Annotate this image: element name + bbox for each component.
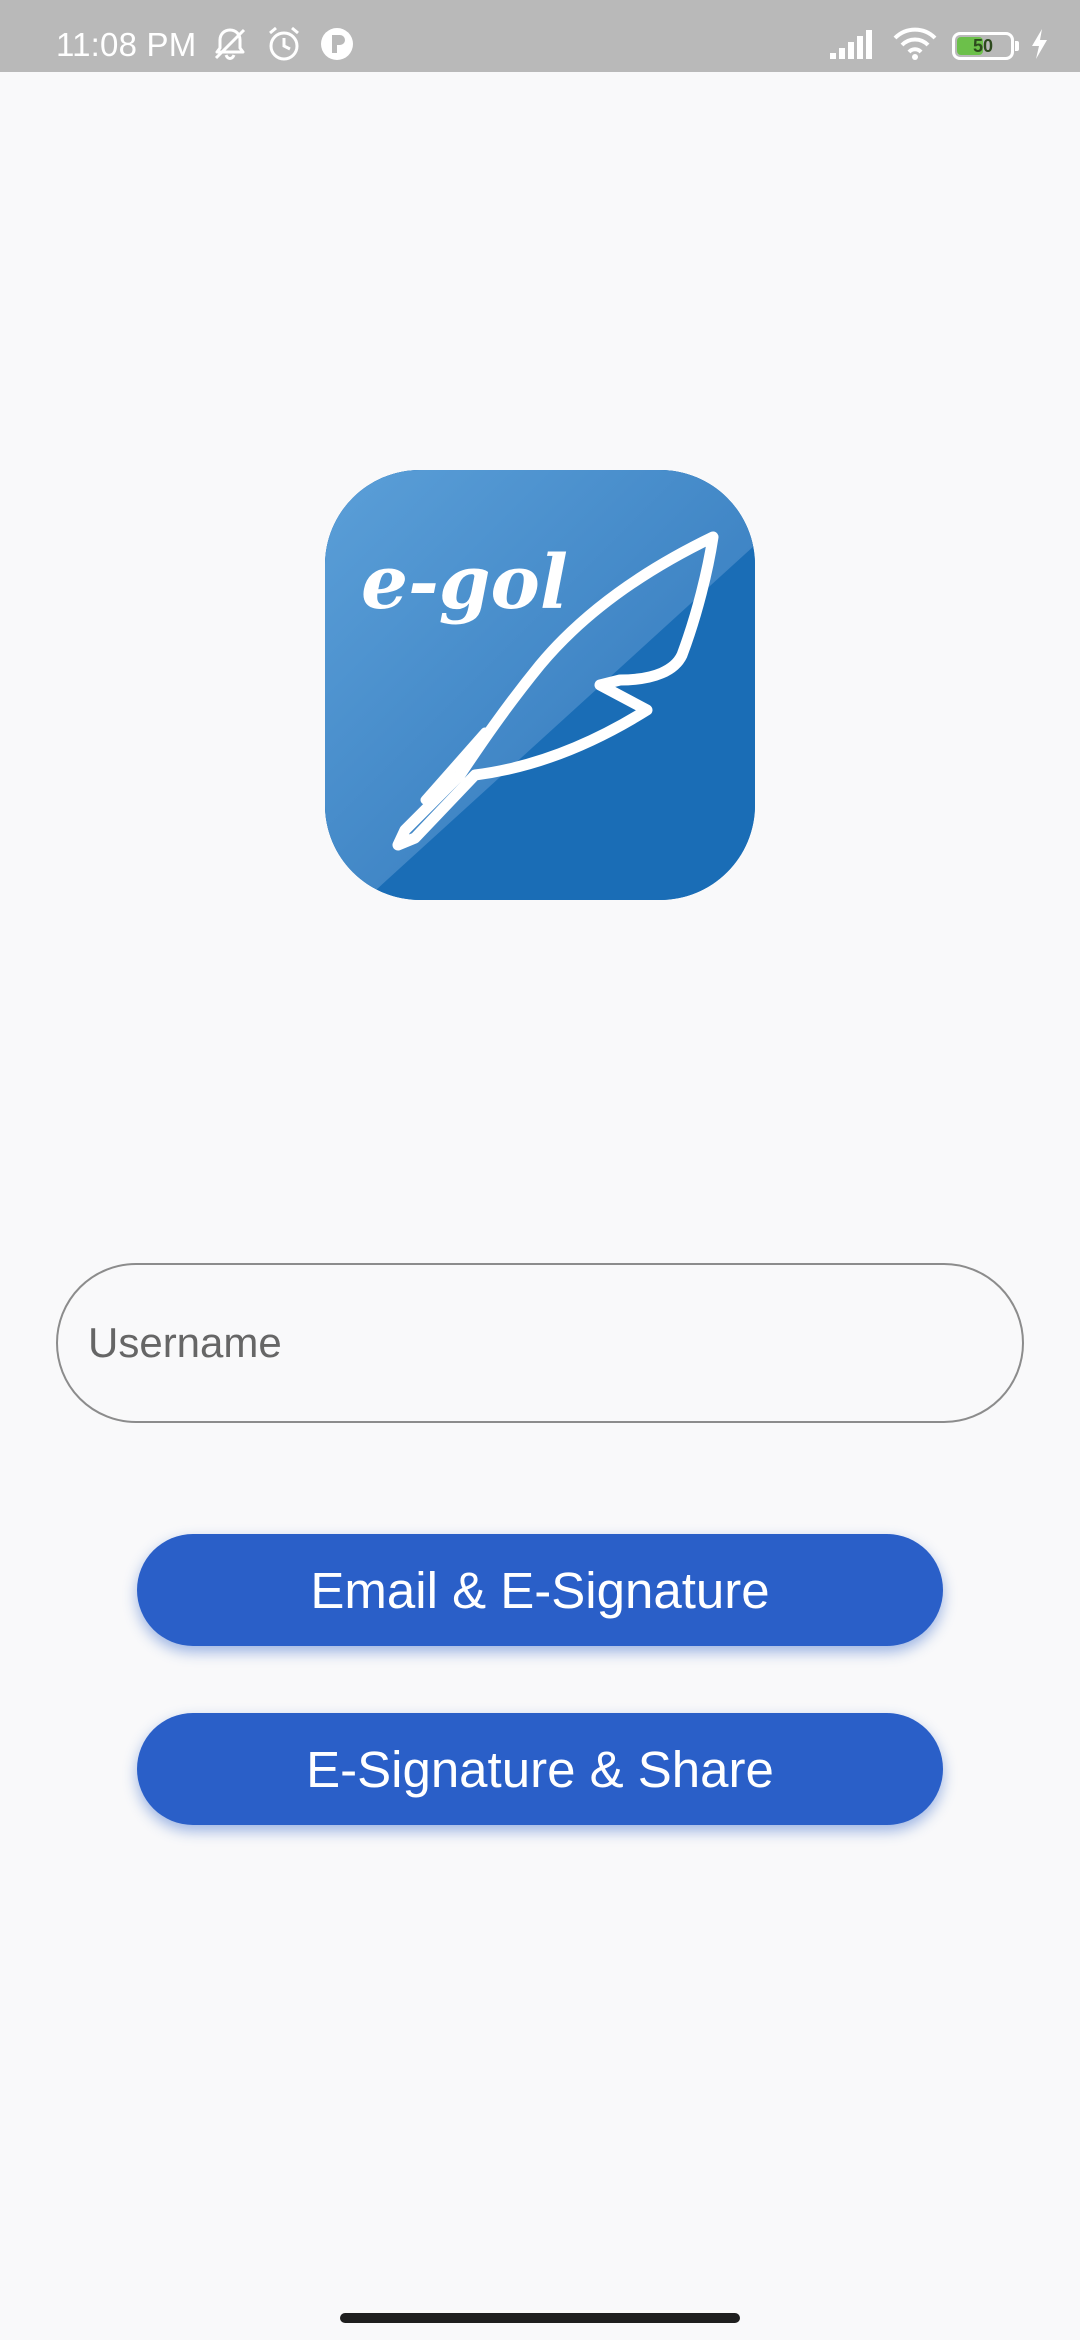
app-logo: e-gol bbox=[325, 470, 755, 900]
status-bar: 11:08 PM 50 bbox=[0, 0, 1080, 72]
wifi-icon bbox=[892, 26, 938, 67]
alarm-icon bbox=[264, 24, 304, 69]
e-signature-share-button[interactable]: E-Signature & Share bbox=[137, 1713, 943, 1825]
charging-bolt-icon bbox=[1028, 27, 1050, 66]
home-indicator[interactable] bbox=[340, 2313, 740, 2323]
username-input[interactable] bbox=[88, 1265, 988, 1421]
battery-level-text: 50 bbox=[972, 36, 994, 56]
status-time: 11:08 PM bbox=[56, 26, 197, 63]
email-e-signature-button[interactable]: Email & E-Signature bbox=[137, 1534, 943, 1646]
status-right-icons: 50 bbox=[828, 24, 1050, 68]
logo-text: e-gol bbox=[361, 540, 568, 626]
app-notification-icon bbox=[318, 25, 356, 68]
notifications-muted-icon bbox=[210, 24, 250, 69]
cellular-signal-icon bbox=[828, 27, 878, 66]
status-left-icons bbox=[210, 24, 356, 68]
username-field[interactable] bbox=[56, 1263, 1024, 1423]
quill-feather-icon: e-gol bbox=[325, 470, 755, 900]
battery-icon: 50 bbox=[952, 32, 1019, 60]
